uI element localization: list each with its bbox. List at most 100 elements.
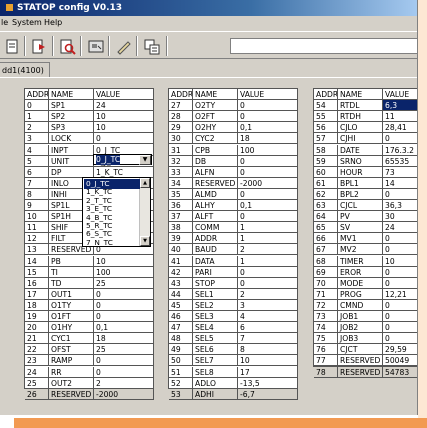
table-row[interactable]: 45 SEL2 3 [169, 299, 299, 311]
value-cell[interactable]: 28,41 [383, 122, 417, 134]
table-row[interactable]: 47 SEL4 6 [169, 322, 299, 334]
chevron-down-icon[interactable]: ▼ [140, 236, 150, 246]
table-row[interactable]: 53 ADHI -6,7 [169, 388, 299, 400]
table-row[interactable]: 69 EROR 0 [314, 266, 417, 278]
value-cell[interactable]: 100 [238, 144, 298, 156]
value-cell[interactable]: 0 [383, 233, 417, 245]
table-row[interactable]: 55 RTDH 11 [314, 111, 417, 123]
tab-device[interactable]: dd1(4100) [0, 62, 50, 78]
table-row[interactable]: 36 ALHY 0,1 [169, 200, 299, 212]
input-type-dropdown[interactable]: ▲ ▼ 0_J_TC 1_K_TC 2_T_TC 3_E_TC 4_B_TC 5_R_TC… [82, 177, 151, 247]
table-row[interactable]: 70 MODE 0 [314, 277, 417, 289]
table-row[interactable]: 34 RESERVED -2000 [169, 177, 299, 189]
table-row[interactable]: 59 SRNO 65535 [314, 155, 417, 167]
table-row[interactable]: 42 PARI 0 [169, 266, 299, 278]
table-row[interactable]: 28 O2FT 0 [169, 111, 299, 123]
table-row[interactable]: 52 ADLO -13,5 [169, 377, 299, 389]
value-cell[interactable]: 14 [383, 178, 417, 189]
table-row[interactable]: 0 SP1 24 [25, 100, 155, 112]
menu-help[interactable]: Help [44, 16, 62, 30]
title-bar[interactable]: STATOP config V0.13 [0, 0, 417, 16]
value-cell[interactable]: 50049 [383, 355, 417, 367]
value-cell[interactable]: 0,1 [238, 200, 298, 212]
table-row[interactable]: 77 RESERVED 50049 [314, 355, 417, 367]
value-cell[interactable]: 3 [238, 299, 298, 311]
table-row[interactable]: 57 CJHI 0 [314, 133, 417, 145]
table-row[interactable]: 40 BAUD 2 [169, 244, 299, 256]
document-icon[interactable] [1, 36, 21, 56]
value-cell[interactable]: 0 [238, 277, 298, 289]
value-cell[interactable]: 1 [238, 222, 298, 234]
table-row[interactable]: 51 SEL8 17 [169, 366, 299, 378]
table-row[interactable]: 37 ALFT 0 [169, 211, 299, 223]
value-cell[interactable]: 30 [383, 211, 417, 223]
table-row[interactable]: 17 OUT1 0 [25, 288, 155, 300]
value-cell[interactable]: 1 [238, 233, 298, 245]
table-row[interactable]: 71 PROG 12,21 [314, 288, 417, 300]
value-cell[interactable]: 0 [94, 355, 154, 367]
table-row[interactable]: 18 O1TY 0 [25, 299, 155, 311]
table-row[interactable]: 65 SV 24 [314, 222, 417, 234]
table-row[interactable]: 14 PB 10 [25, 255, 155, 267]
value-cell[interactable]: 18 [238, 133, 298, 145]
value-cell[interactable]: 0 [238, 111, 298, 123]
chevron-down-icon[interactable]: ▼ [139, 155, 151, 165]
table-row[interactable]: 20 O1HY 0,1 [25, 322, 155, 334]
table-row[interactable]: 50 SEL7 10 [169, 355, 299, 367]
value-cell[interactable]: 0 [238, 155, 298, 167]
table-row[interactable]: 33 ALFN 0 [169, 166, 299, 178]
table-row[interactable]: 23 RAMP 0 [25, 355, 155, 367]
table-row[interactable]: 27 O2TY 0 [169, 100, 299, 112]
table-row[interactable]: 58 DATE 176.3.2 [314, 144, 417, 156]
table-row[interactable]: 15 TI 100 [25, 266, 155, 278]
value-cell[interactable]: -13,5 [238, 377, 298, 389]
dropdown-scrollbar[interactable]: ▲ ▼ [139, 178, 150, 246]
table-row[interactable]: 24 RR 0 [25, 366, 155, 378]
value-cell[interactable]: 8 [238, 344, 298, 356]
value-cell[interactable]: 54783 [383, 367, 417, 378]
value-cell[interactable]: 0 [383, 267, 417, 278]
toolbar-input[interactable] [230, 38, 417, 54]
table-row[interactable]: 2 SP3 10 [25, 122, 155, 134]
table-row[interactable]: 72 CMND 0 [314, 299, 417, 311]
table-row[interactable]: 56 CJLO 28,41 [314, 122, 417, 134]
table-row[interactable]: 22 OFST 25 [25, 344, 155, 356]
value-cell[interactable]: 10 [94, 111, 154, 123]
value-cell[interactable]: 0 [238, 100, 298, 112]
table-row[interactable]: 21 CYC1 18 [25, 333, 155, 345]
table-row[interactable]: 68 TIMER 10 [314, 255, 417, 267]
value-cell[interactable]: 0 [383, 244, 417, 256]
table-row[interactable]: 66 MV1 0 [314, 233, 417, 245]
value-cell[interactable]: 0 [238, 188, 298, 200]
value-cell[interactable]: 24 [383, 222, 417, 234]
table-row[interactable]: 25 OUT2 2 [25, 377, 155, 389]
value-cell[interactable]: -2000 [238, 177, 298, 189]
value-cell[interactable]: 0,1 [238, 122, 298, 134]
value-cell[interactable]: 0 [383, 333, 417, 345]
table-row[interactable]: 30 CYC2 18 [169, 133, 299, 145]
value-cell[interactable]: 0 [94, 299, 154, 311]
table-row[interactable]: 38 COMM 1 [169, 222, 299, 234]
value-cell[interactable]: 25 [94, 344, 154, 356]
table-row[interactable]: 48 SEL5 7 [169, 333, 299, 345]
table-row[interactable]: 31 CPB 100 [169, 144, 299, 156]
value-cell[interactable]: 0 [383, 322, 417, 334]
value-cell[interactable]: 10 [94, 122, 154, 134]
table-row[interactable]: 76 CJCT 29,59 [314, 344, 417, 356]
value-cell[interactable]: 36,3 [383, 200, 417, 212]
table-row[interactable]: 3 LOCK 0 [25, 133, 155, 145]
value-cell[interactable]: 0 [238, 266, 298, 278]
table-row[interactable]: 39 ADDR 1 [169, 233, 299, 245]
value-cell[interactable]: 0 [383, 311, 417, 323]
table-row[interactable]: 46 SEL3 4 [169, 311, 299, 323]
table-row[interactable]: 16 TD 25 [25, 277, 155, 289]
value-cell[interactable]: 2 [94, 377, 154, 389]
value-cell[interactable]: 17 [238, 366, 298, 378]
table-row[interactable]: 62 BPL2 0 [314, 188, 417, 200]
edit-icon[interactable] [113, 36, 133, 56]
value-cell[interactable]: 0 [383, 300, 417, 311]
value-cell[interactable]: 6,3 [383, 100, 417, 112]
value-cell[interactable]: 176.3.2 [383, 145, 417, 156]
arrow-right-icon[interactable] [29, 36, 49, 56]
table-row[interactable]: 43 STOP 0 [169, 277, 299, 289]
